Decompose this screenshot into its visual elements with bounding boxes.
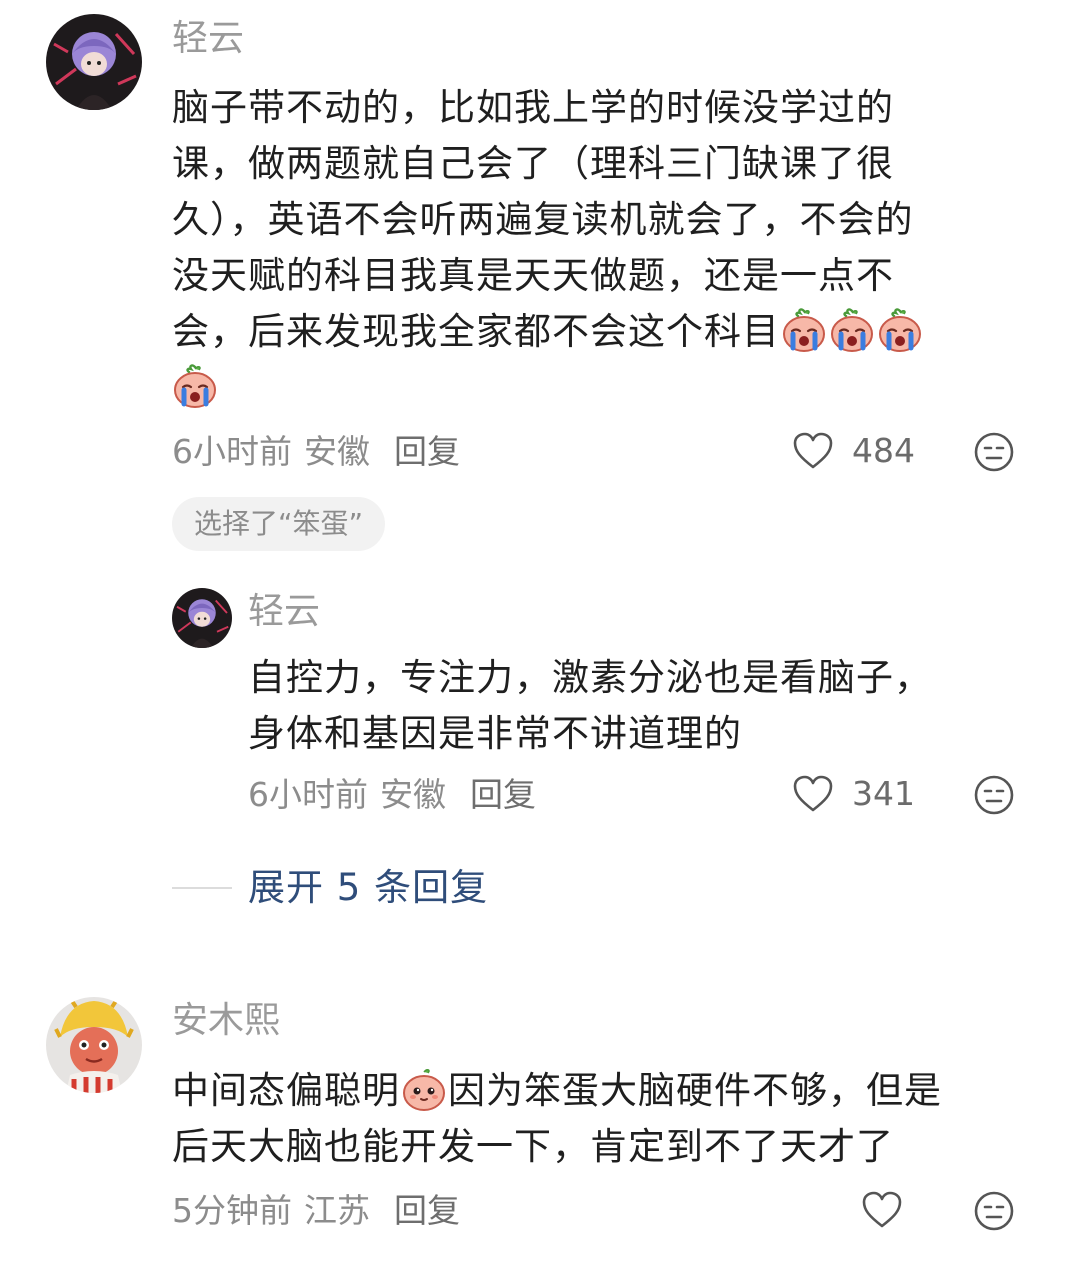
comment-line: 没天赋的科目我真是天天做题，还是一点不 xyxy=(172,254,894,297)
comment-line xyxy=(172,360,1032,416)
reply-button[interactable]: 回复 xyxy=(470,775,536,814)
dislike-button[interactable] xyxy=(973,774,1015,820)
reply-button[interactable]: 回复 xyxy=(394,1191,460,1230)
crying-face-icon xyxy=(877,308,923,352)
comment-meta: 5分钟前 江苏 回复 xyxy=(172,1191,460,1231)
expand-divider xyxy=(172,887,232,889)
comment-line: 课，做两题就自己会了（理科三门缺课了很 xyxy=(172,142,894,185)
comment-line: 会，后来发现我全家都不会这个科目 xyxy=(172,304,1032,360)
comment-text: 中间态偏聪明 因为笨蛋大脑硬件不够，但是 后天大脑也能开发一下，肯定到不了天才了 xyxy=(172,1063,1042,1175)
meh-face-icon xyxy=(974,432,1014,472)
comment-line: 身体和基因是非常不讲道理的 xyxy=(248,712,742,755)
comment-line: 后天大脑也能开发一下，肯定到不了天才了 xyxy=(172,1125,894,1168)
timestamp: 6小时前 xyxy=(172,432,292,471)
heart-icon xyxy=(862,1191,902,1228)
avatar[interactable] xyxy=(46,14,142,110)
username[interactable]: 轻云 xyxy=(248,590,320,634)
location: 安徽 xyxy=(380,775,446,814)
like-button[interactable]: 341 xyxy=(792,774,915,814)
like-button[interactable]: 484 xyxy=(792,431,915,471)
comment-meta: 6小时前 安徽 回复 xyxy=(172,432,460,472)
dislike-button[interactable] xyxy=(973,1190,1015,1236)
comment-line-text: 会，后来发现我全家都不会这个科目 xyxy=(172,310,780,353)
comment-line: 脑子带不动的，比如我上学的时候没学过的 xyxy=(172,86,894,129)
comment-meta: 6小时前 安徽 回复 xyxy=(248,775,536,815)
heart-icon xyxy=(793,775,833,812)
comment-line: 自控力，专注力，激素分泌也是看脑子， xyxy=(248,656,932,699)
meh-face-icon xyxy=(974,1191,1014,1231)
meh-face-icon xyxy=(974,775,1014,815)
crying-face-icon xyxy=(781,308,827,352)
comment-line: 久），英语不会听两遍复读机就会了，不会的 xyxy=(172,198,914,241)
expand-replies-button[interactable]: 展开 5 条回复 xyxy=(248,866,488,910)
crying-face-icon xyxy=(829,308,875,352)
location: 安徽 xyxy=(304,432,370,471)
comment-text: 自控力，专注力，激素分泌也是看脑子， 身体和基因是非常不讲道理的 xyxy=(248,650,1028,762)
choice-tag: 选择了“笨蛋” xyxy=(172,497,386,551)
reply-button[interactable]: 回复 xyxy=(394,432,460,471)
like-button[interactable] xyxy=(861,1190,903,1230)
heart-icon xyxy=(793,432,833,469)
location: 江苏 xyxy=(304,1191,370,1230)
username[interactable]: 安木熙 xyxy=(172,999,280,1043)
comment-line-text: 因为笨蛋大脑硬件不够，但是 xyxy=(448,1069,942,1112)
like-count: 341 xyxy=(852,774,915,813)
peach-face-icon xyxy=(401,1067,447,1111)
like-count: 484 xyxy=(852,431,915,470)
avatar[interactable] xyxy=(172,588,232,648)
username[interactable]: 轻云 xyxy=(172,17,244,61)
timestamp: 5分钟前 xyxy=(172,1191,292,1230)
comment-text: 脑子带不动的，比如我上学的时候没学过的 课，做两题就自己会了（理科三门缺课了很 … xyxy=(172,80,1032,416)
comment-line-text: 中间态偏聪明 xyxy=(172,1069,400,1112)
crying-face-icon xyxy=(172,364,218,408)
dislike-button[interactable] xyxy=(973,431,1015,477)
timestamp: 6小时前 xyxy=(248,775,368,814)
comment-line: 中间态偏聪明 因为笨蛋大脑硬件不够，但是 xyxy=(172,1063,1042,1119)
avatar[interactable] xyxy=(46,997,142,1093)
